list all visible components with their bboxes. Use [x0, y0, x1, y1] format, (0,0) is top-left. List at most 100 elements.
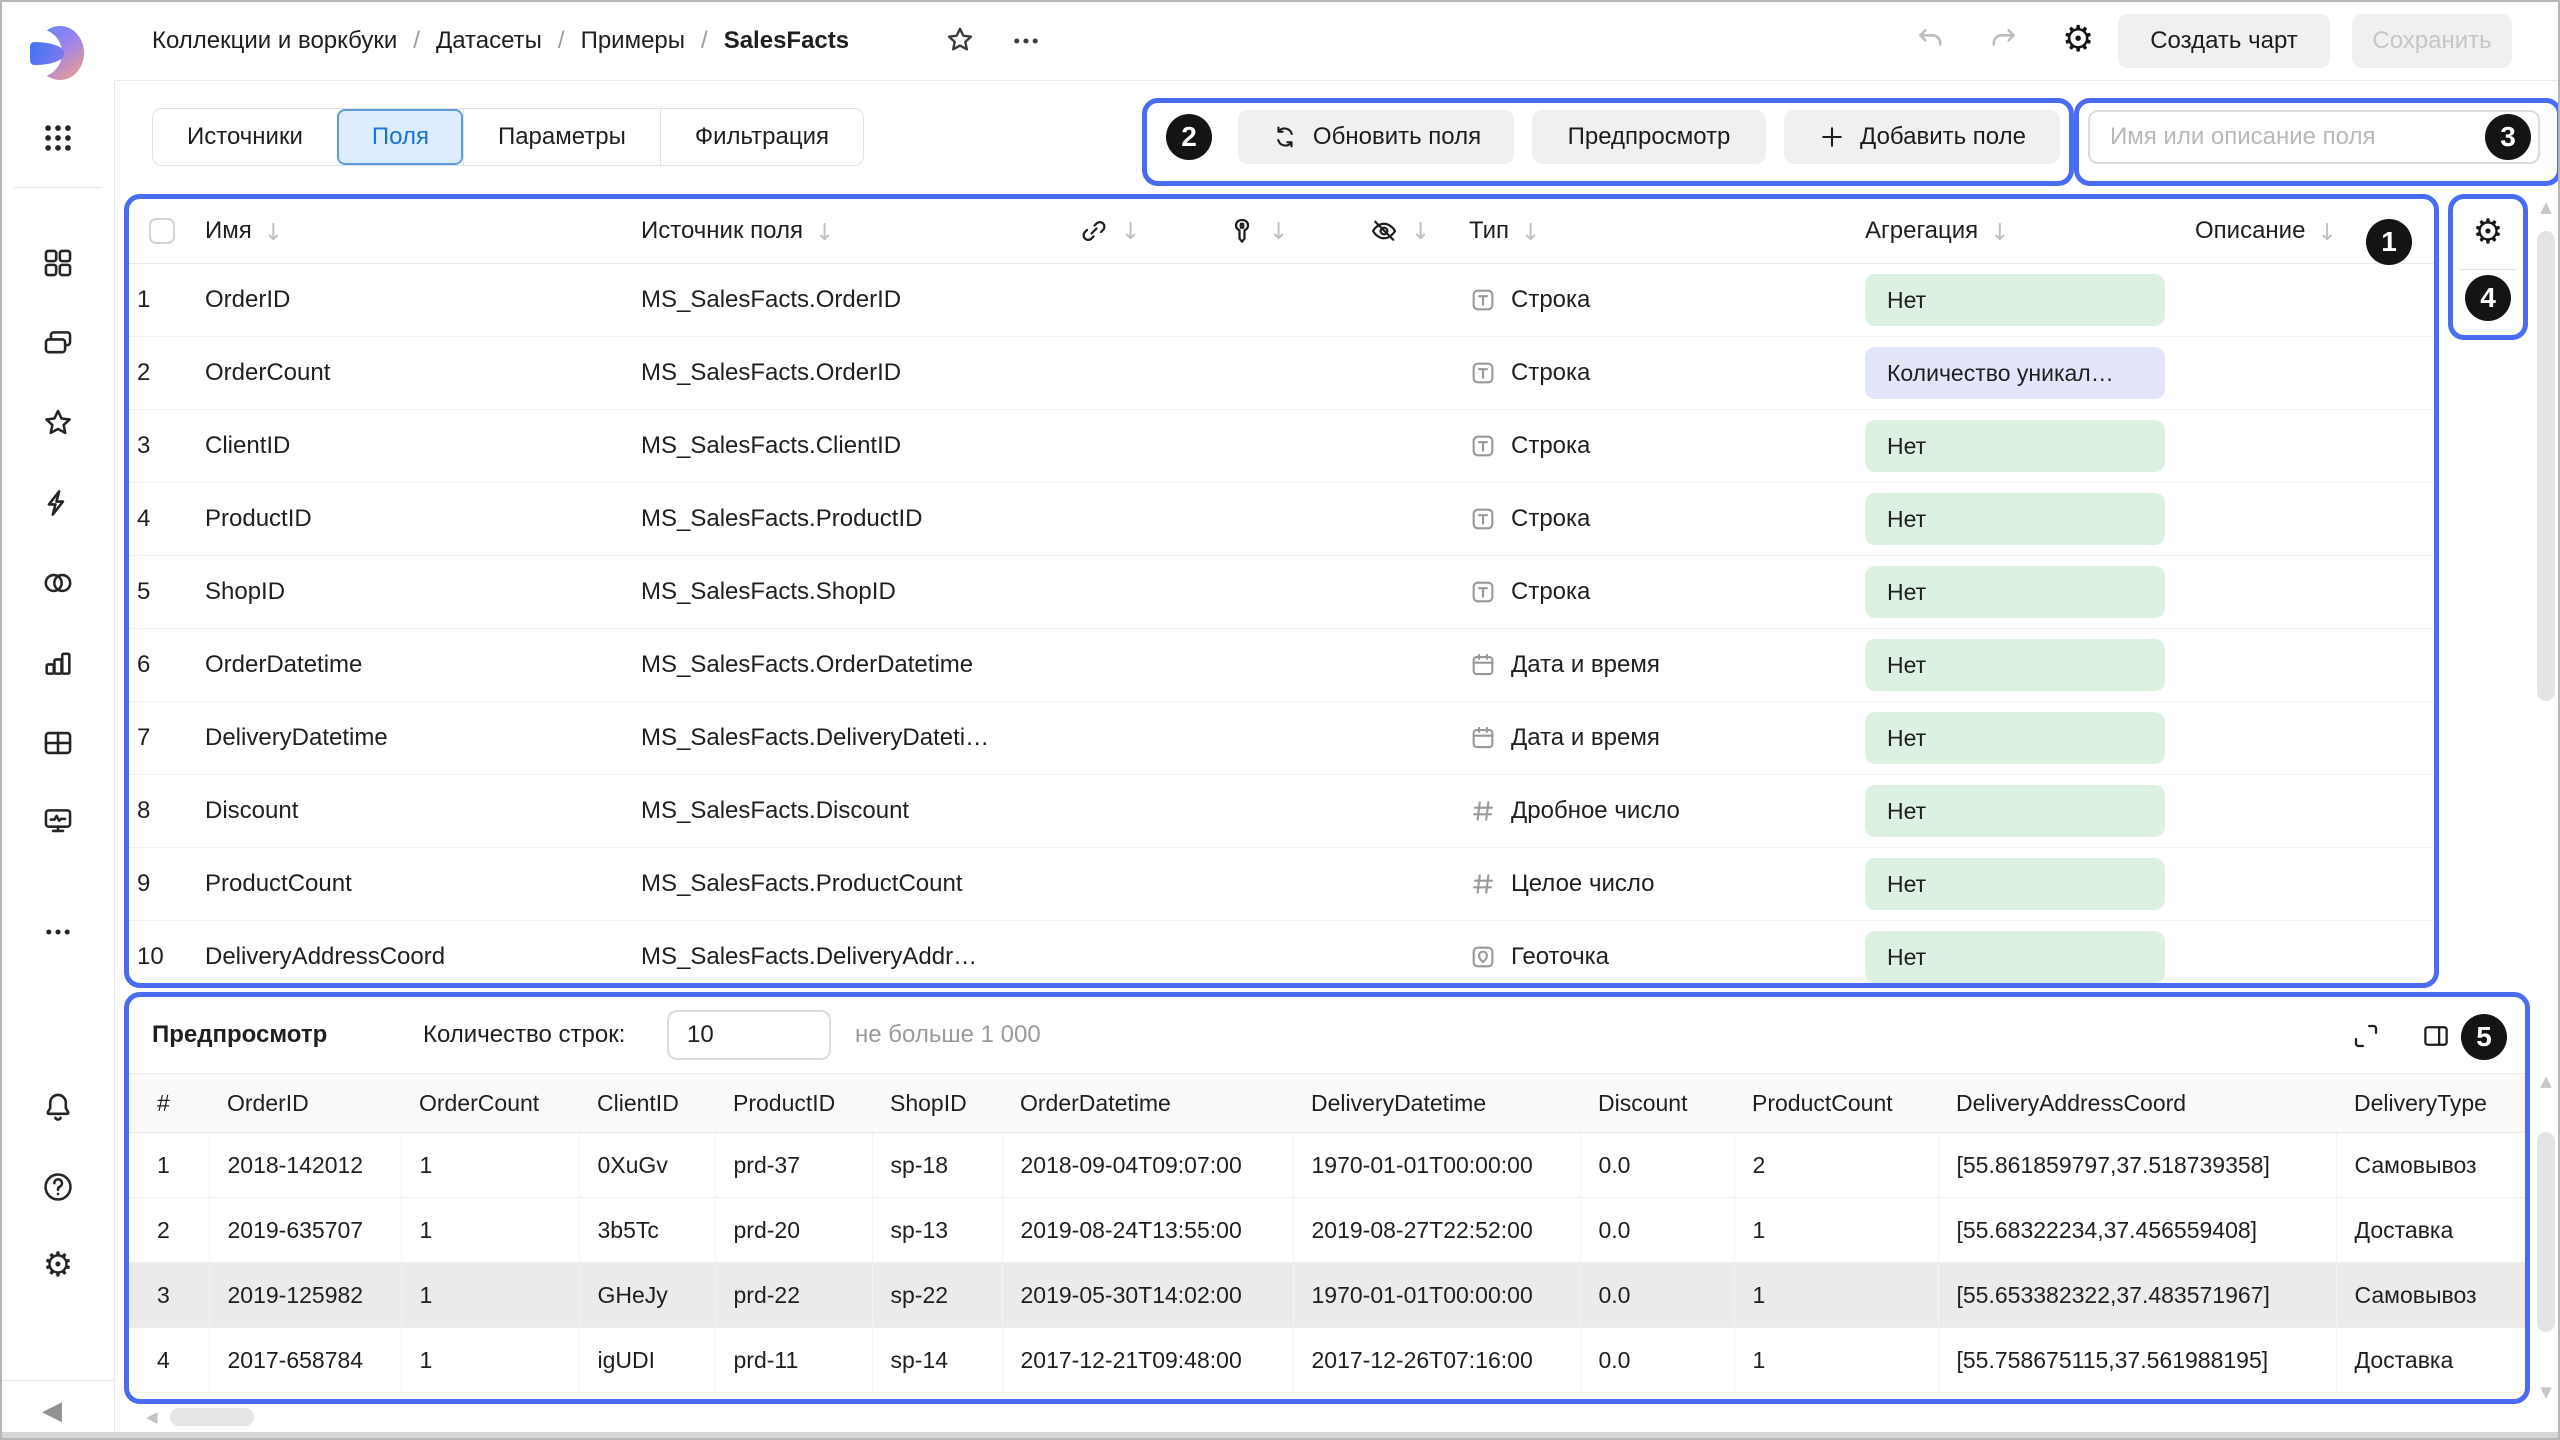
scroll-up-icon[interactable]: ▲ — [2540, 1074, 2552, 1089]
column-header-type[interactable]: Тип↓ — [1457, 199, 1857, 264]
tab-параметры[interactable]: Параметры — [463, 109, 660, 165]
sort-down-icon: ↓ — [815, 220, 834, 246]
split-view-icon[interactable] — [2421, 1021, 2451, 1051]
table-row[interactable]: 1 OrderID MS_SalesFacts.OrderID Строка Н… — [129, 264, 2434, 337]
annotation-badge-5: 5 — [2461, 1014, 2507, 1060]
apps-grid-icon[interactable] — [40, 120, 76, 156]
sidebar-divider — [14, 187, 102, 188]
collections-icon[interactable] — [40, 325, 76, 361]
field-source: MS_SalesFacts.DeliveryAddr… — [641, 943, 977, 970]
lightning-icon[interactable] — [40, 485, 76, 521]
table-row[interactable]: 6 OrderDatetime MS_SalesFacts.OrderDatet… — [129, 629, 2434, 702]
sidebar-collapse-icon[interactable]: ◀ — [42, 1398, 62, 1424]
key-cell — [1215, 775, 1357, 848]
breadcrumb-separator: / — [701, 27, 708, 55]
vertical-scrollbar[interactable]: ▲ — [2534, 194, 2558, 988]
preview-row[interactable]: 22019-63570713b5Tcprd-20sp-132019-08-24T… — [129, 1198, 2525, 1263]
help-icon[interactable] — [40, 1169, 76, 1205]
scrollbar-thumb[interactable] — [2537, 231, 2555, 701]
row-count-label: Количество строк: — [423, 997, 625, 1073]
settings-gear-icon[interactable]: ⚙ — [40, 1247, 76, 1283]
preview-cell: Самовывоз — [2336, 1133, 2525, 1198]
select-all-checkbox[interactable] — [149, 218, 175, 244]
tab-поля[interactable]: Поля — [337, 109, 463, 165]
aggregation-select[interactable]: Нет — [1865, 420, 2165, 472]
save-button[interactable]: Сохранить — [2352, 14, 2512, 68]
aggregation-select[interactable]: Нет — [1865, 493, 2165, 545]
column-header-source[interactable]: Источник поля↓ — [633, 199, 1067, 264]
field-source: MS_SalesFacts.OrderID — [641, 359, 901, 386]
preview-button[interactable]: Предпросмотр — [1532, 110, 1766, 164]
aggregation-select[interactable]: Количество уникал… — [1865, 347, 2165, 399]
add-field-button[interactable]: Добавить поле — [1784, 110, 2060, 164]
create-chart-button[interactable]: Создать чарт — [2118, 14, 2330, 68]
key-cell — [1215, 921, 1357, 994]
expand-icon[interactable] — [2351, 1021, 2381, 1051]
table-row[interactable]: 10 DeliveryAddressCoord MS_SalesFacts.De… — [129, 921, 2434, 994]
more-dots-icon[interactable] — [40, 914, 76, 950]
aggregation-select[interactable]: Нет — [1865, 639, 2165, 691]
field-type-label: Строка — [1511, 432, 1590, 460]
table-row[interactable]: 5 ShopID MS_SalesFacts.ShopID Строка Нет — [129, 556, 2434, 629]
row-count-input[interactable] — [667, 1010, 831, 1060]
aggregation-select[interactable]: Нет — [1865, 566, 2165, 618]
undo-icon[interactable] — [1914, 24, 1950, 60]
field-type-label: Дата и время — [1511, 724, 1660, 752]
aggregation-select[interactable]: Нет — [1865, 712, 2165, 764]
table-settings-gear-icon[interactable]: ⚙ — [2473, 215, 2503, 249]
link-cell — [1067, 410, 1215, 483]
tab-источники[interactable]: Источники — [153, 109, 337, 165]
preview-cell: prd-20 — [715, 1198, 872, 1263]
dashboards-icon[interactable] — [40, 803, 76, 839]
table-row[interactable]: 9 ProductCount MS_SalesFacts.ProductCoun… — [129, 848, 2434, 921]
connections-icon[interactable] — [40, 565, 76, 601]
horizontal-scrollbar-thumb[interactable] — [170, 1408, 254, 1426]
table-row[interactable]: 2 OrderCount MS_SalesFacts.OrderID Строк… — [129, 337, 2434, 410]
redo-icon[interactable] — [1986, 24, 2022, 60]
table-row[interactable]: 7 DeliveryDatetime MS_SalesFacts.Deliver… — [129, 702, 2434, 775]
link-cell — [1067, 337, 1215, 410]
preview-cell: 1 — [1734, 1328, 1938, 1393]
column-header-key[interactable]: ↓ — [1215, 199, 1357, 264]
preview-row[interactable]: 12018-14201210XuGvprd-37sp-182018-09-04T… — [129, 1133, 2525, 1198]
column-header-link[interactable]: ↓ — [1067, 199, 1215, 264]
table-row[interactable]: 8 Discount MS_SalesFacts.Discount Дробно… — [129, 775, 2434, 848]
refresh-fields-button[interactable]: Обновить поля — [1238, 110, 1514, 164]
sort-down-icon: ↓ — [1990, 220, 2009, 246]
table-row[interactable]: 3 ClientID MS_SalesFacts.ClientID Строка… — [129, 410, 2434, 483]
field-type-label: Строка — [1511, 359, 1590, 387]
column-header-name[interactable]: Имя↓ — [197, 199, 633, 264]
preview-row[interactable]: 32019-1259821GHeJyprd-22sp-222019-05-30T… — [129, 1263, 2525, 1328]
breadcrumb-item[interactable]: Датасеты — [436, 27, 542, 55]
preview-vertical-scrollbar[interactable]: ▲ ▼ — [2534, 1070, 2558, 1404]
aggregation-select[interactable]: Нет — [1865, 931, 2165, 983]
field-search-input[interactable] — [2088, 110, 2540, 164]
scroll-down-icon[interactable]: ▼ — [2540, 1385, 2552, 1400]
tab-фильтрация[interactable]: Фильтрация — [660, 109, 863, 165]
hidden-cell — [1357, 848, 1457, 921]
breadcrumb-item[interactable]: Коллекции и воркбуки — [152, 27, 397, 55]
preview-cell: 2017-12-26T07:16:00 — [1293, 1328, 1580, 1393]
tables-icon[interactable] — [40, 725, 76, 761]
preview-row[interactable]: 42017-6587841igUDIprd-11sp-142017-12-21T… — [129, 1328, 2525, 1393]
gear-icon[interactable]: ⚙ — [2062, 22, 2098, 58]
bell-icon[interactable] — [40, 1089, 76, 1125]
scroll-left-icon[interactable]: ◀ — [146, 1410, 158, 1425]
aggregation-select[interactable]: Нет — [1865, 274, 2165, 326]
column-header-aggregation[interactable]: Агрегация↓ — [1857, 199, 2187, 264]
charts-icon[interactable] — [40, 645, 76, 681]
favorite-star-icon[interactable] — [944, 24, 978, 58]
ellipsis-icon[interactable] — [1006, 30, 1046, 52]
scroll-up-icon[interactable]: ▲ — [2540, 200, 2552, 215]
column-header-hidden[interactable]: ↓ — [1357, 199, 1457, 264]
aggregation-select[interactable]: Нет — [1865, 858, 2165, 910]
float-icon — [1469, 797, 1497, 825]
table-row[interactable]: 4 ProductID MS_SalesFacts.ProductID Стро… — [129, 483, 2434, 556]
preview-column-header: Discount — [1580, 1074, 1734, 1133]
grid-squares-icon[interactable] — [40, 245, 76, 281]
aggregation-select[interactable]: Нет — [1865, 785, 2165, 837]
breadcrumb-item[interactable]: Примеры — [581, 27, 685, 55]
favorites-star-icon[interactable] — [40, 405, 76, 441]
scrollbar-thumb[interactable] — [2537, 1132, 2555, 1332]
sort-down-icon: ↓ — [1521, 220, 1540, 246]
